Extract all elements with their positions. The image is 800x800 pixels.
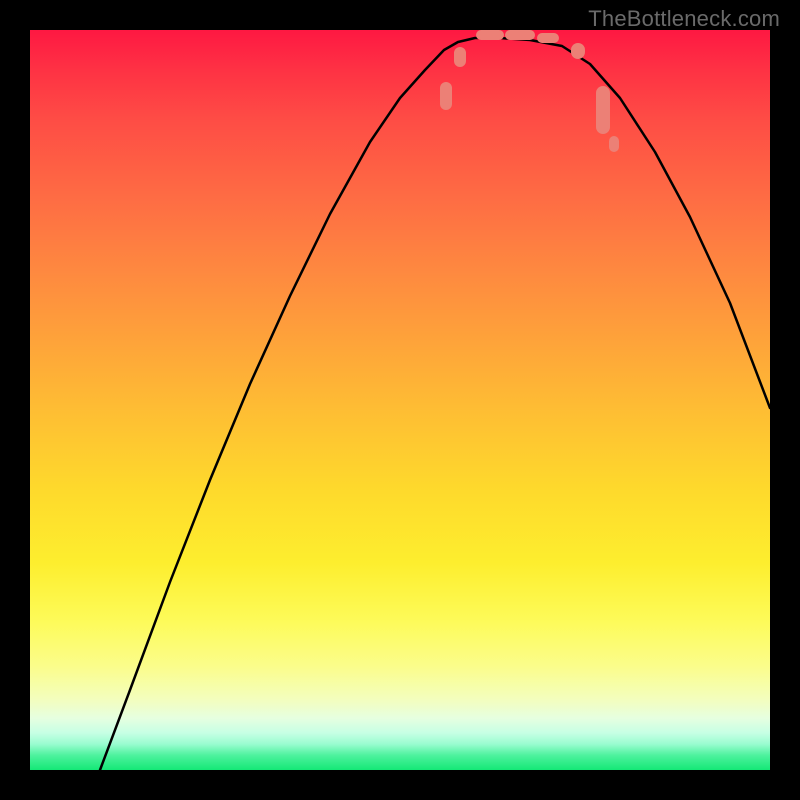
curve-marker bbox=[537, 33, 559, 43]
bottleneck-curve bbox=[100, 38, 770, 770]
curve-marker bbox=[609, 136, 619, 152]
curve-marker bbox=[476, 30, 504, 40]
watermark-text: TheBottleneck.com bbox=[588, 6, 780, 32]
curve-marker bbox=[454, 47, 466, 67]
curve-markers bbox=[440, 30, 619, 152]
curve-marker bbox=[571, 43, 585, 59]
chart-frame: TheBottleneck.com bbox=[0, 0, 800, 800]
curve-marker bbox=[440, 82, 452, 110]
plot-area bbox=[30, 30, 770, 770]
chart-svg bbox=[30, 30, 770, 770]
curve-marker bbox=[596, 86, 610, 134]
curve-marker bbox=[505, 30, 535, 40]
